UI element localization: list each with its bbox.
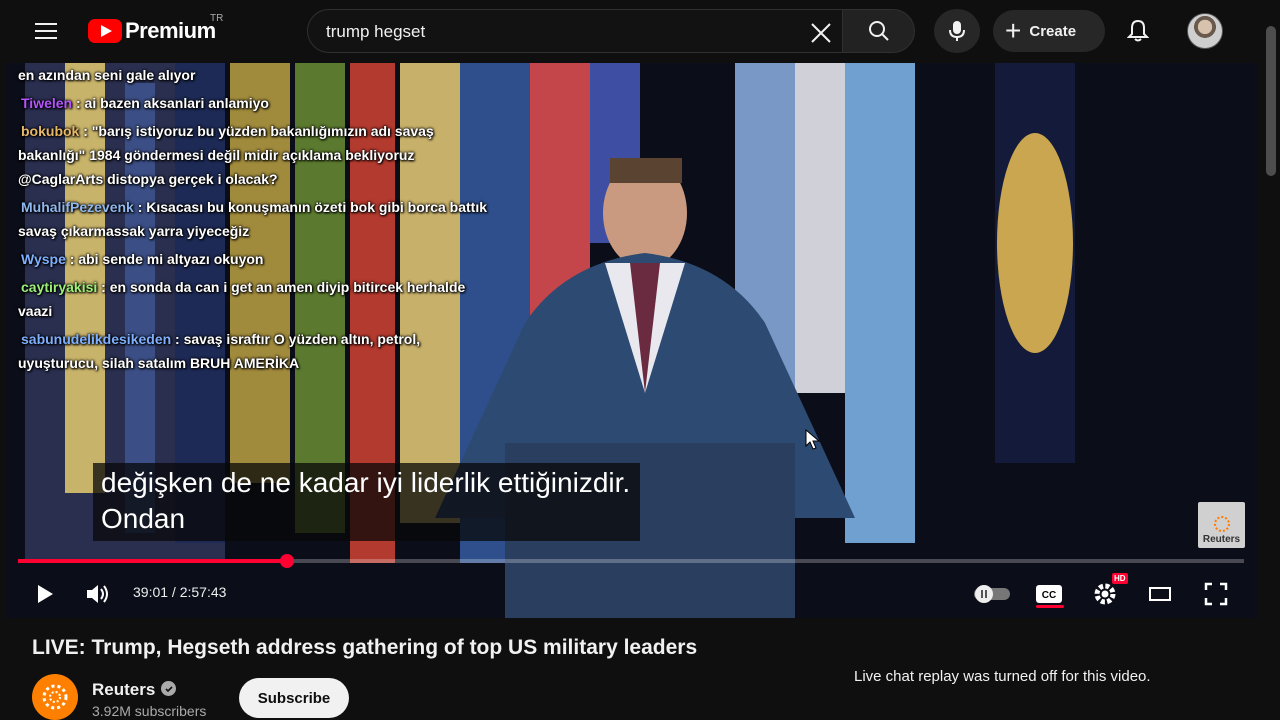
chat-message: Tiwelen : ai bazen aksanlari anlamiyo	[18, 91, 498, 115]
theater-icon	[1149, 587, 1171, 601]
search-box	[307, 9, 842, 53]
time-display: 39:01 / 2:57:43	[133, 584, 227, 600]
watermark-text: Reuters	[1202, 534, 1241, 545]
captions: değişken de ne kadar iyi liderlik ettiği…	[93, 463, 641, 541]
hd-badge: HD	[1112, 573, 1128, 584]
logo-text: Premium	[125, 18, 216, 43]
scrollbar-thumb[interactable]	[1266, 26, 1276, 176]
chat-username: sabunudelikdesikeden	[21, 331, 172, 347]
reuters-logo-icon	[1213, 516, 1230, 532]
settings-icon	[1094, 583, 1116, 605]
autoplay-toggle[interactable]	[970, 576, 1014, 612]
clear-icon[interactable]	[806, 18, 836, 48]
chat-message: Wyspe : abi sende mi altyazı okuyon	[18, 247, 498, 271]
cc-icon: CC	[1036, 585, 1062, 603]
reuters-logo-icon	[42, 684, 68, 710]
channel-avatar[interactable]	[32, 674, 78, 720]
video-title: LIVE: Trump, Hegseth address gathering o…	[32, 636, 698, 659]
video-player[interactable]: en azından seni gale alıyor Tiwelen : ai…	[5, 63, 1257, 618]
chat-username: MuhalifPezevenk	[21, 199, 134, 215]
notifications-button[interactable]	[1118, 11, 1158, 51]
chat-text: : abi sende mi altyazı okuyon	[65, 251, 264, 267]
country-code: TR	[210, 13, 224, 24]
youtube-logo-icon	[88, 19, 122, 43]
progress-fill	[18, 559, 288, 563]
caption-line: değişken de ne kadar iyi liderlik ettiği…	[101, 467, 631, 498]
chat-text: : "barış istiyoruz bu yüzden bakanlığımı…	[18, 123, 434, 187]
search-bar	[307, 9, 915, 53]
player-controls: 39:01 / 2:57:43 CC HD	[5, 568, 1257, 618]
page-scrollbar[interactable]	[1262, 0, 1280, 720]
verified-icon	[161, 681, 176, 696]
menu-icon[interactable]	[26, 11, 66, 51]
chat-message: en azından seni gale alıyor	[18, 63, 498, 87]
search-icon	[868, 21, 889, 41]
account-avatar[interactable]	[1187, 13, 1223, 49]
subscriber-count: 3.92M subscribers	[92, 703, 207, 719]
create-button[interactable]: + Create	[993, 10, 1105, 52]
chat-message: bokubok : "barış istiyoruz bu yüzden bak…	[18, 119, 498, 191]
captions-active-indicator	[1036, 605, 1064, 608]
plus-icon: +	[1005, 15, 1022, 46]
chat-message: MuhalifPezevenk : Kısacası bu konuşmanın…	[18, 195, 498, 243]
caption-line: Ondan	[101, 503, 186, 534]
play-icon	[38, 585, 53, 603]
fullscreen-icon	[1204, 582, 1228, 606]
subscribe-button[interactable]: Subscribe	[239, 678, 349, 718]
voice-search-button[interactable]	[934, 9, 980, 53]
progress-bar[interactable]	[18, 554, 1244, 568]
chat-message: sabunudelikdesikeden : savaş israftır O …	[18, 327, 498, 375]
youtube-logo[interactable]: Premium	[88, 18, 216, 44]
mute-button[interactable]	[80, 576, 116, 612]
mic-icon	[949, 21, 965, 41]
play-button[interactable]	[27, 576, 63, 612]
svg-text:CC: CC	[1042, 590, 1056, 601]
search-input[interactable]	[326, 21, 796, 43]
channel-watermark[interactable]: Reuters	[1198, 502, 1245, 548]
chat-replay-notice: Live chat replay was turned off for this…	[854, 668, 1151, 685]
youtube-watch-page: Premium TR + Create	[0, 0, 1280, 720]
chat-username: caytiryakisi	[21, 279, 98, 295]
chat-text: : ai bazen aksanlari anlamiyo	[72, 95, 269, 111]
search-button[interactable]	[842, 9, 915, 53]
autoplay-toggle-icon	[974, 585, 1010, 603]
create-label: Create	[1029, 22, 1077, 40]
mouse-cursor-icon	[805, 429, 821, 450]
fullscreen-button[interactable]	[1198, 576, 1234, 612]
volume-icon	[87, 585, 108, 603]
channel-name[interactable]: Reuters	[92, 680, 155, 700]
chat-username: bokubok	[21, 123, 80, 139]
chat-message: caytiryakisi : en sonda da can i get an …	[18, 275, 498, 323]
bell-icon	[1127, 19, 1149, 42]
chat-overlay: en azından seni gale alıyor Tiwelen : ai…	[18, 63, 498, 379]
chat-username: Wyspe	[21, 251, 66, 267]
theater-mode-button[interactable]	[1142, 576, 1178, 612]
chat-text: en azından seni gale alıyor	[18, 67, 196, 83]
masthead: Premium TR + Create	[0, 0, 1262, 63]
scrubber-handle[interactable]	[280, 554, 295, 568]
chat-username: Tiwelen	[21, 95, 73, 111]
